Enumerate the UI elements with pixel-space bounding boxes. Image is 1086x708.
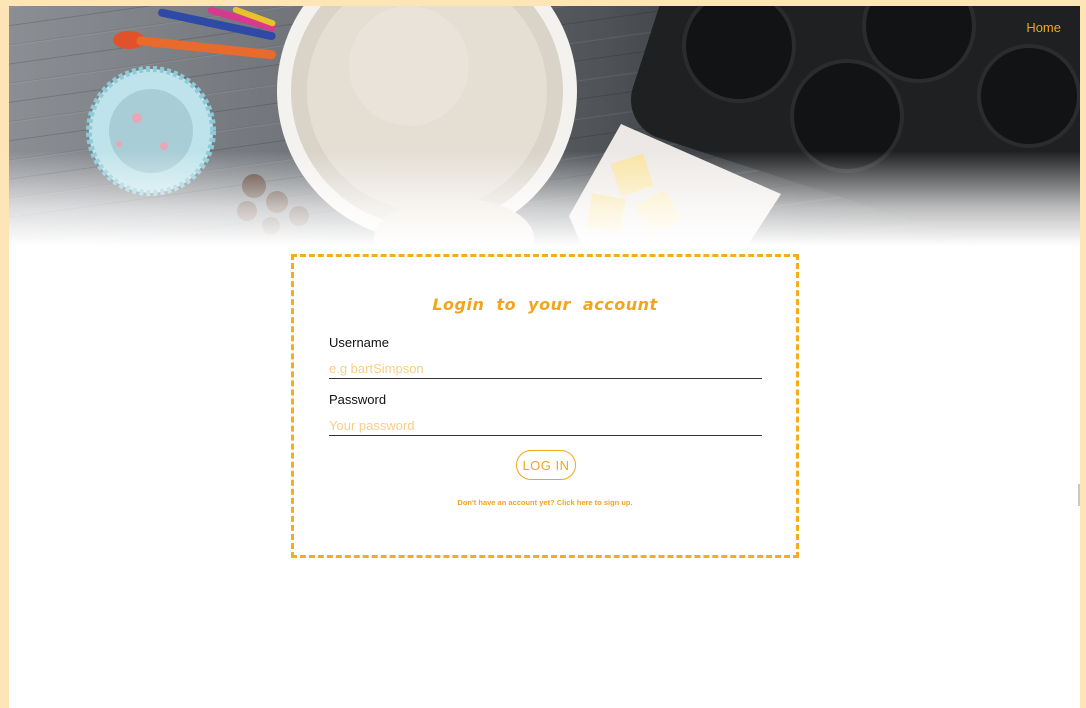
username-input[interactable] — [329, 358, 762, 379]
login-title: Login to your account — [432, 295, 658, 314]
measuring-spoons-image — [113, 6, 276, 60]
password-label: Password — [329, 392, 387, 407]
login-button[interactable]: LOG IN — [516, 450, 576, 480]
page: Home Login to your account Username Pass… — [9, 6, 1080, 708]
login-card: Login to your account Username Password … — [291, 254, 799, 558]
hero-fade — [9, 151, 1080, 246]
username-label: Username — [329, 335, 389, 350]
nav-home-link[interactable]: Home — [1026, 20, 1061, 35]
scrollbar-thumb[interactable] — [1078, 484, 1080, 506]
hero-banner: Home — [9, 6, 1080, 246]
signup-link[interactable]: Don't have an account yet? Click here to… — [294, 498, 796, 507]
password-input[interactable] — [329, 415, 762, 436]
